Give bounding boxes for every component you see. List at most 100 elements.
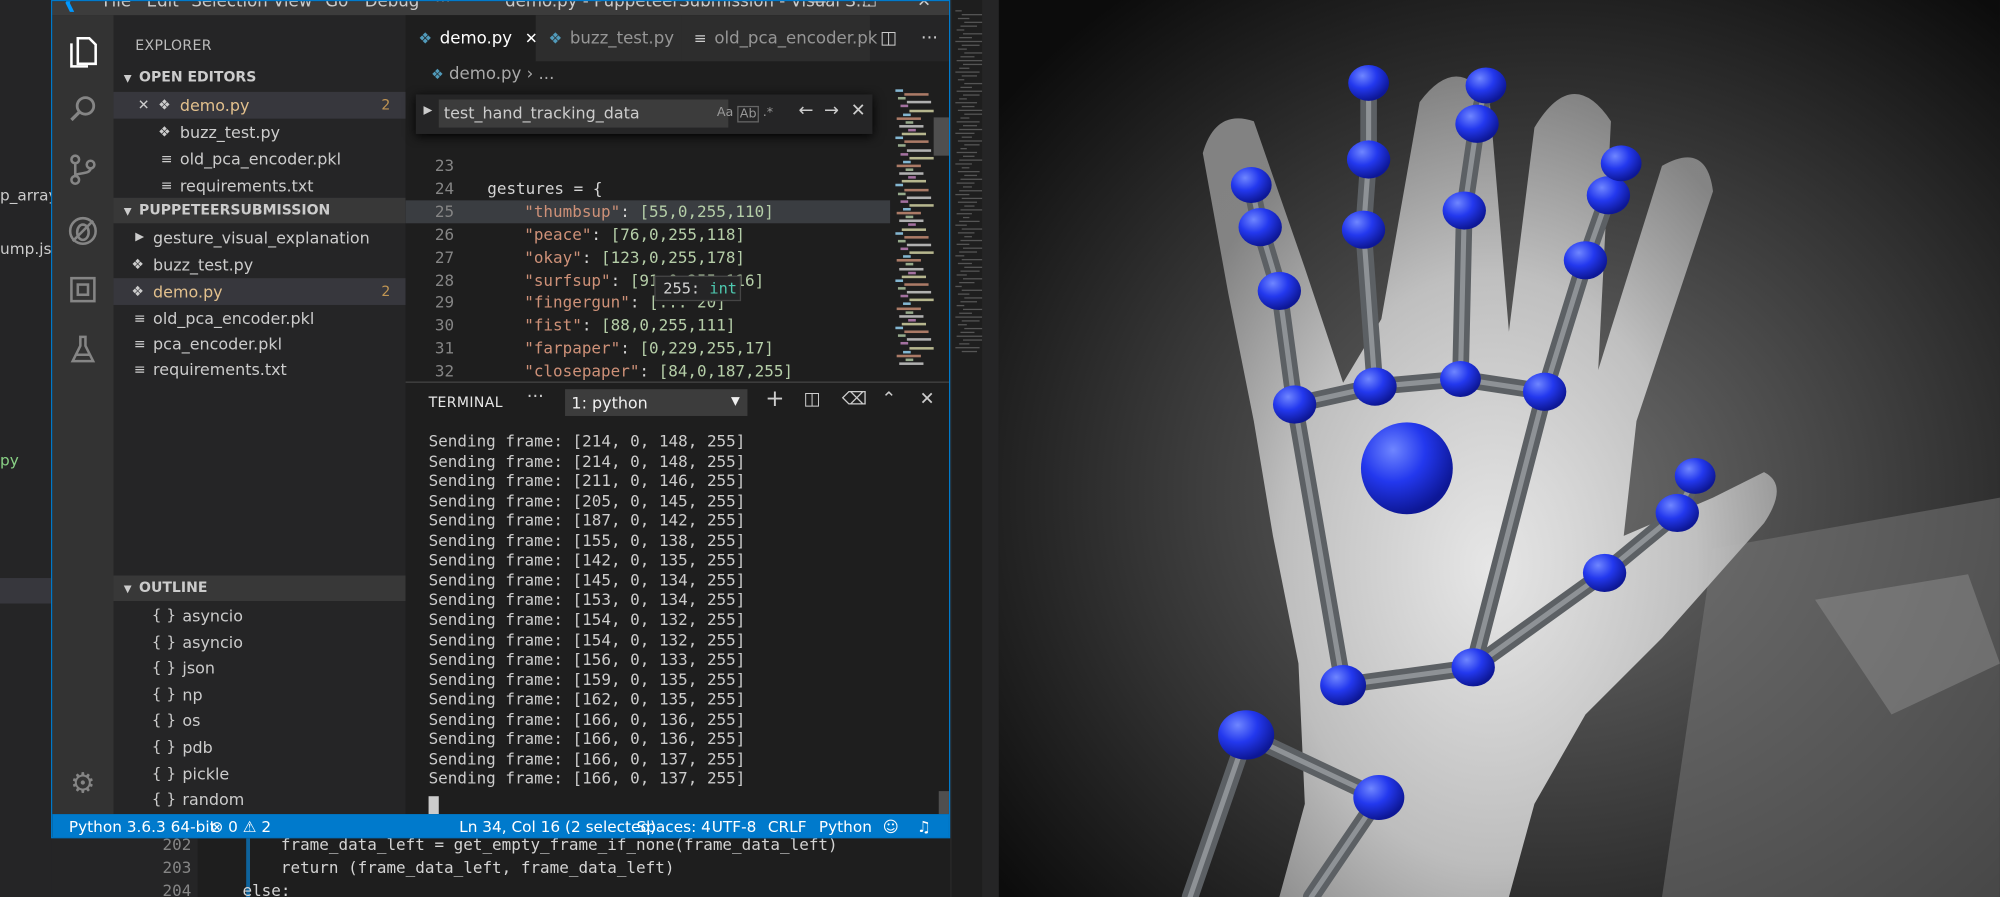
new-terminal-icon[interactable]: +	[765, 385, 784, 412]
minimap-line	[963, 63, 983, 66]
maximize-panel-icon[interactable]: ⌃	[881, 389, 896, 409]
terminal-select[interactable]: 1: python ▼	[565, 389, 748, 416]
close-panel-icon[interactable]: ✕	[920, 389, 935, 409]
outline-item[interactable]: { } asyncio	[114, 602, 406, 629]
tab-old-pca[interactable]: ≡ old_pca_encoder.pk	[681, 15, 877, 62]
file-icon: ≡	[693, 29, 707, 48]
open-editor-label: demo.py	[179, 95, 250, 115]
settings-gear-icon[interactable]: ⚙	[64, 766, 102, 804]
open-editor-demo[interactable]: ✕ ❖ demo.py 2	[113, 91, 406, 119]
minimap-line	[957, 17, 970, 20]
explorer-sidebar: EXPLORER ▼ OPEN EDITORS ✕ ❖ demo.py 2 ❖ b…	[113, 15, 406, 815]
match-word-icon[interactable]: Ab	[737, 105, 760, 123]
panel-title[interactable]: TERMINAL	[429, 394, 503, 411]
menu-go[interactable]: Go	[325, 1, 348, 11]
folder-gesture-visual[interactable]: ▶ gesture_visual_explanation	[114, 225, 406, 252]
section-outline[interactable]: ▼ OUTLINE	[113, 575, 406, 601]
skeleton-joint	[1451, 648, 1495, 687]
menu-debug[interactable]: Debug	[365, 1, 420, 11]
previous-match-icon[interactable]: ←	[798, 101, 813, 121]
terminal-line: Sending frame: [166, 0, 137, 255]	[428, 768, 746, 788]
minimap-line	[909, 346, 934, 349]
python-interpreter[interactable]: Python 3.6.3 64-bit	[69, 814, 216, 837]
cursor-position[interactable]: Ln 34, Col 16 (2 selected)	[459, 814, 656, 837]
debug-icon[interactable]	[64, 214, 102, 252]
open-editor-buzz-test[interactable]: ❖ buzz_test.py	[114, 119, 406, 146]
file-requirements[interactable]: ≡ requirements.txt	[114, 356, 406, 383]
section-project[interactable]: ▼ PUPPETEERSUBMISSION	[113, 197, 406, 224]
palm-center-joint	[1360, 422, 1453, 515]
terminal-line: Sending frame: [154, 0, 132, 255]	[428, 609, 746, 629]
file-old-pca[interactable]: ≡ old_pca_encoder.pkl	[114, 305, 406, 332]
file-pca-encoder[interactable]: ≡ pca_encoder.pkl	[114, 330, 406, 357]
file-buzz-test[interactable]: ❖ buzz_test.py	[114, 251, 406, 278]
problem-count-badge: 2	[381, 283, 391, 300]
skeleton-joint	[1320, 665, 1367, 706]
terminal-select-value: 1: python	[571, 393, 648, 413]
minimap-line	[908, 128, 916, 132]
line-number: 203	[162, 857, 192, 877]
extensions-icon[interactable]	[64, 274, 102, 312]
outline-item[interactable]: { } random	[114, 786, 406, 813]
code-line: 26 "peace": [76,0,255,118]	[406, 223, 891, 246]
minimize-icon[interactable]: —	[810, 1, 827, 11]
language-mode[interactable]: Python	[819, 814, 872, 837]
split-terminal-icon[interactable]: ◫	[804, 389, 821, 409]
outline-item[interactable]: { } np	[114, 681, 406, 708]
close-editor-icon[interactable]: ✕	[138, 92, 150, 119]
menu-selection[interactable]: Selection	[191, 1, 267, 11]
section-open-editors[interactable]: ▼ OPEN EDITORS	[114, 65, 406, 91]
next-match-icon[interactable]: →	[824, 101, 839, 121]
code-text: "farpaper": [0,229,255,17]	[524, 338, 774, 358]
close-icon[interactable]: ✕	[917, 1, 931, 11]
source-control-icon[interactable]	[64, 153, 102, 191]
python-file-icon: ❖	[548, 29, 563, 48]
minimap-line	[959, 220, 980, 223]
terminal-line: Sending frame: [166, 0, 137, 255]	[428, 748, 746, 768]
outline-item[interactable]: { } pdb	[114, 734, 406, 761]
problems-indicator[interactable]: ⊗ 0 ⚠ 2	[210, 814, 271, 837]
search-icon[interactable]	[64, 94, 102, 132]
terminal-scrollbar[interactable]	[938, 791, 949, 815]
end-of-line[interactable]: CRLF	[768, 814, 807, 837]
match-case-icon[interactable]: Aa	[717, 106, 734, 120]
python-file-icon: ❖	[131, 283, 144, 300]
editor-scrollbar[interactable]	[933, 117, 949, 156]
encoding[interactable]: UTF-8	[712, 814, 757, 837]
open-editor-requirements[interactable]: ≡ requirements.txt	[114, 172, 406, 199]
tab-buzz-test[interactable]: ❖ buzz_test.py	[535, 15, 682, 62]
test-flask-icon[interactable]	[64, 334, 102, 372]
outline-item[interactable]: { } pickle	[114, 760, 406, 787]
outline-item[interactable]: { } asyncio	[114, 629, 406, 656]
outline-item[interactable]: { } os	[114, 707, 406, 734]
close-find-icon[interactable]: ✕	[851, 101, 866, 121]
more-icon[interactable]: ···	[527, 387, 544, 407]
breadcrumb-rest[interactable]: ...	[539, 65, 555, 84]
explorer-icon[interactable]	[64, 36, 102, 74]
regex-icon[interactable]: .*	[763, 106, 773, 120]
feedback-smiley-icon[interactable]: ☺	[883, 814, 899, 837]
more-actions-icon[interactable]: ···	[921, 15, 938, 61]
tab-demo[interactable]: ❖ demo.py ✕	[405, 15, 538, 62]
code-editor[interactable]: 23 24 gestures = {25 "thumbsup": [55,0,255,…	[405, 148, 891, 396]
menu-view[interactable]: View	[273, 1, 312, 11]
menu-edit[interactable]: Edit	[147, 1, 179, 11]
minimap-line	[964, 205, 975, 207]
split-editor-icon[interactable]: ◫	[880, 15, 897, 61]
outline-item[interactable]: { } json	[114, 655, 406, 682]
find-input[interactable]: test_hand_tracking_data	[438, 99, 729, 128]
trash-icon[interactable]: ⌫	[842, 389, 867, 409]
breadcrumb-file[interactable]: demo.py	[449, 65, 521, 84]
skeleton-joint	[1465, 67, 1507, 104]
menu-more[interactable]: ···	[435, 1, 451, 11]
minimap-line	[960, 331, 975, 334]
maximize-icon[interactable]: ☐	[862, 1, 877, 11]
terminal-output[interactable]: Sending frame: [214, 0, 148, 255] Sending…	[406, 431, 929, 815]
open-editor-old-pca[interactable]: ≡ old_pca_encoder.pkl	[114, 145, 406, 172]
indentation[interactable]: Spaces: 4	[636, 814, 710, 837]
notifications-bell-icon[interactable]: ♫	[917, 814, 931, 837]
menu-file[interactable]: File	[103, 1, 131, 11]
file-demo[interactable]: ❖ demo.py 2	[113, 278, 406, 305]
minimap-line	[896, 259, 921, 262]
toggle-replace-icon[interactable]: ▶	[423, 105, 432, 118]
